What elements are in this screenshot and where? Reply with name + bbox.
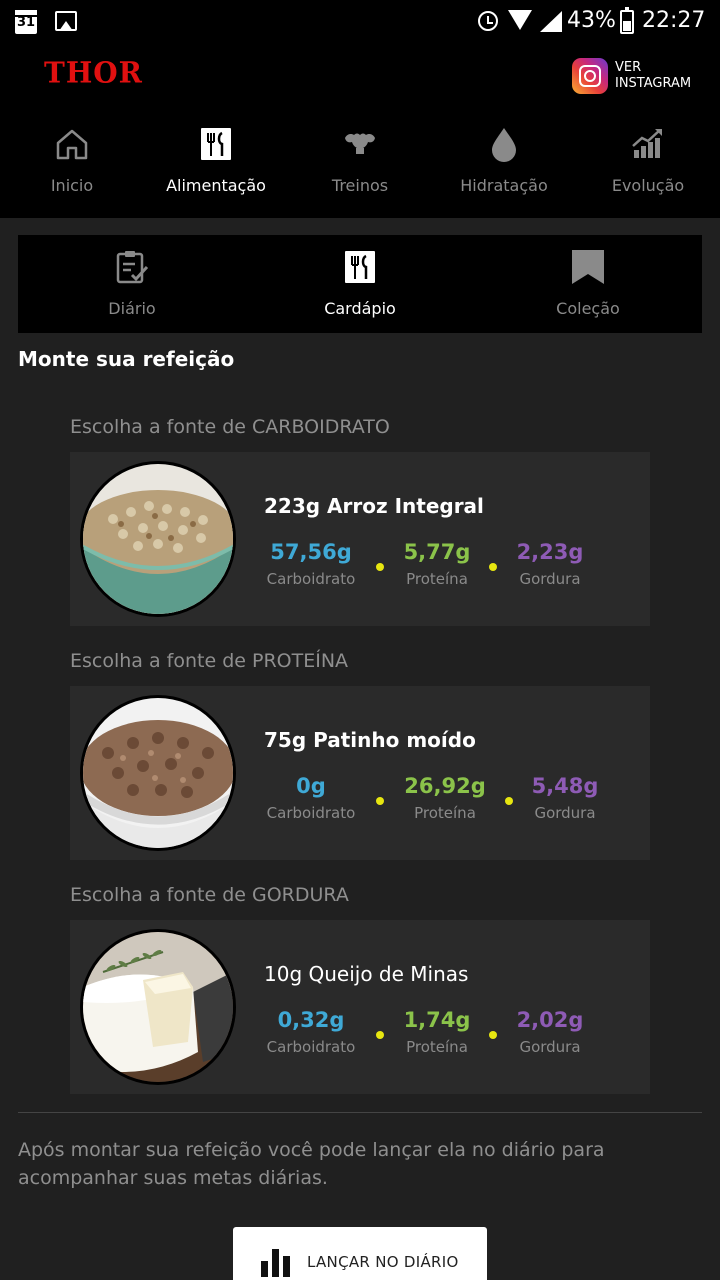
tab-colecao[interactable]: Coleção bbox=[474, 235, 702, 333]
instagram-button[interactable]: VER INSTAGRAM bbox=[572, 58, 702, 98]
nav-label-treinos: Treinos bbox=[331, 176, 389, 195]
macro-carb-value: 57,56g bbox=[270, 540, 352, 564]
food-card-carboidrato[interactable]: 223g Arroz Integral 57,56g Carboidrato 5… bbox=[70, 452, 650, 626]
signal-icon bbox=[540, 11, 562, 32]
home-icon bbox=[56, 129, 88, 160]
macro-fat: 5,48g Gordura bbox=[525, 774, 605, 822]
battery-percent: 43% bbox=[567, 8, 616, 33]
cutlery-icon bbox=[201, 128, 231, 160]
macro-protein-value: 26,92g bbox=[404, 774, 486, 798]
macro-fat-label: Gordura bbox=[519, 1038, 581, 1056]
macro-fat-label: Gordura bbox=[534, 804, 596, 822]
instagram-icon bbox=[572, 58, 608, 94]
macro-protein: 5,77g Proteína bbox=[396, 540, 478, 588]
nav-item-alimentacao[interactable]: Alimentação bbox=[144, 118, 288, 208]
checklist-icon bbox=[116, 251, 149, 284]
group-label-gordura: Escolha a fonte de GORDURA bbox=[70, 884, 349, 906]
macro-protein-label: Proteína bbox=[414, 804, 476, 822]
nav-item-inicio[interactable]: Inicio bbox=[0, 118, 144, 208]
clock-time: 22:27 bbox=[642, 8, 706, 33]
calendar-icon: 31 bbox=[15, 10, 37, 34]
food-card-gordura[interactable]: 10g Queijo de Minas 0,32g Carboidrato 1,… bbox=[70, 920, 650, 1094]
divider bbox=[18, 1112, 702, 1113]
tab-diario[interactable]: Diário bbox=[18, 235, 246, 333]
battery-icon bbox=[620, 7, 634, 34]
nav-item-treinos[interactable]: Treinos bbox=[288, 118, 432, 208]
macro-protein-value: 5,77g bbox=[403, 540, 471, 564]
macro-carb-value: 0g bbox=[296, 774, 326, 798]
macro-protein-label: Proteína bbox=[406, 1038, 468, 1056]
food-name: 75g Patinho moído bbox=[264, 728, 476, 752]
wifi-icon bbox=[508, 10, 532, 30]
nav-item-evolucao[interactable]: Evolução bbox=[576, 118, 720, 208]
macro-carb-label: Carboidrato bbox=[266, 570, 356, 588]
macro-carb: 0,32g Carboidrato bbox=[264, 1008, 358, 1056]
macro-carb-label: Carboidrato bbox=[266, 804, 356, 822]
tab-colecao-label: Coleção bbox=[556, 299, 620, 318]
app-logo: THOR bbox=[44, 55, 143, 90]
nav-label-alimentacao: Alimentação bbox=[166, 176, 266, 195]
food-card-proteina[interactable]: 75g Patinho moído 0g Carboidrato 26,92g … bbox=[70, 686, 650, 860]
footer-note: Após montar sua refeição você pode lança… bbox=[18, 1139, 605, 1189]
image-icon bbox=[55, 11, 77, 31]
macro-protein-value: 1,74g bbox=[403, 1008, 471, 1032]
instagram-label-line2: INSTAGRAM bbox=[615, 76, 692, 91]
macro-fat: 2,02g Gordura bbox=[510, 1008, 590, 1056]
macro-fat-value: 5,48g bbox=[531, 774, 599, 798]
section-title: Monte sua refeição bbox=[18, 347, 235, 371]
macro-fat-value: 2,02g bbox=[516, 1008, 584, 1032]
macro-carb-value: 0,32g bbox=[277, 1008, 345, 1032]
food-name: 10g Queijo de Minas bbox=[264, 962, 469, 986]
macro-carb: 0g Carboidrato bbox=[264, 774, 358, 822]
main-nav: Inicio Alimentação Treinos Hidratação Ev… bbox=[0, 118, 720, 208]
food-image-ground-beef bbox=[80, 695, 236, 851]
cutlery-icon bbox=[345, 251, 375, 283]
macro-carb-label: Carboidrato bbox=[266, 1038, 356, 1056]
tab-cardapio[interactable]: Cardápio bbox=[246, 235, 474, 333]
lancar-no-diario-button[interactable]: LANÇAR NO DIÁRIO bbox=[233, 1227, 487, 1280]
group-label-proteina: Escolha a fonte de PROTEÍNA bbox=[70, 650, 349, 672]
macro-fat: 2,23g Gordura bbox=[510, 540, 590, 588]
nav-label-evolucao: Evolução bbox=[611, 176, 685, 195]
separator-dot bbox=[489, 563, 497, 571]
separator-dot bbox=[489, 1031, 497, 1039]
separator-dot bbox=[376, 797, 384, 805]
bookmark-icon bbox=[572, 250, 604, 284]
tab-diario-label: Diário bbox=[108, 299, 156, 318]
nav-label-hidratacao: Hidratação bbox=[460, 176, 548, 195]
macro-fat-value: 2,23g bbox=[516, 540, 584, 564]
food-image-brown-rice bbox=[80, 461, 236, 617]
food-image-cheese bbox=[80, 929, 236, 1085]
cta-label: LANÇAR NO DIÁRIO bbox=[307, 1253, 459, 1271]
chart-up-icon bbox=[632, 129, 662, 158]
bar-chart-icon bbox=[261, 1249, 290, 1277]
app-header: THOR VER INSTAGRAM Inicio Alimentação Tr… bbox=[0, 46, 720, 218]
group-label-carboidrato: Escolha a fonte de CARBOIDRATO bbox=[70, 416, 390, 438]
macro-protein: 1,74g Proteína bbox=[396, 1008, 478, 1056]
tab-cardapio-label: Cardápio bbox=[324, 299, 396, 318]
instagram-label-line1: VER bbox=[615, 60, 642, 75]
muscle-icon bbox=[345, 133, 375, 154]
alarm-icon bbox=[478, 11, 498, 31]
macro-fat-label: Gordura bbox=[519, 570, 581, 588]
sub-tabs: Diário Cardápio Coleção bbox=[18, 235, 702, 333]
macro-carb: 57,56g Carboidrato bbox=[264, 540, 358, 588]
food-name: 223g Arroz Integral bbox=[264, 494, 484, 518]
status-bar: 31 43% 22:27 bbox=[0, 0, 720, 46]
separator-dot bbox=[505, 797, 513, 805]
nav-label-inicio: Inicio bbox=[50, 176, 94, 195]
water-drop-icon bbox=[492, 128, 516, 162]
nav-item-hidratacao[interactable]: Hidratação bbox=[432, 118, 576, 208]
separator-dot bbox=[376, 563, 384, 571]
macro-protein-label: Proteína bbox=[406, 570, 468, 588]
macro-protein: 26,92g Proteína bbox=[396, 774, 494, 822]
separator-dot bbox=[376, 1031, 384, 1039]
